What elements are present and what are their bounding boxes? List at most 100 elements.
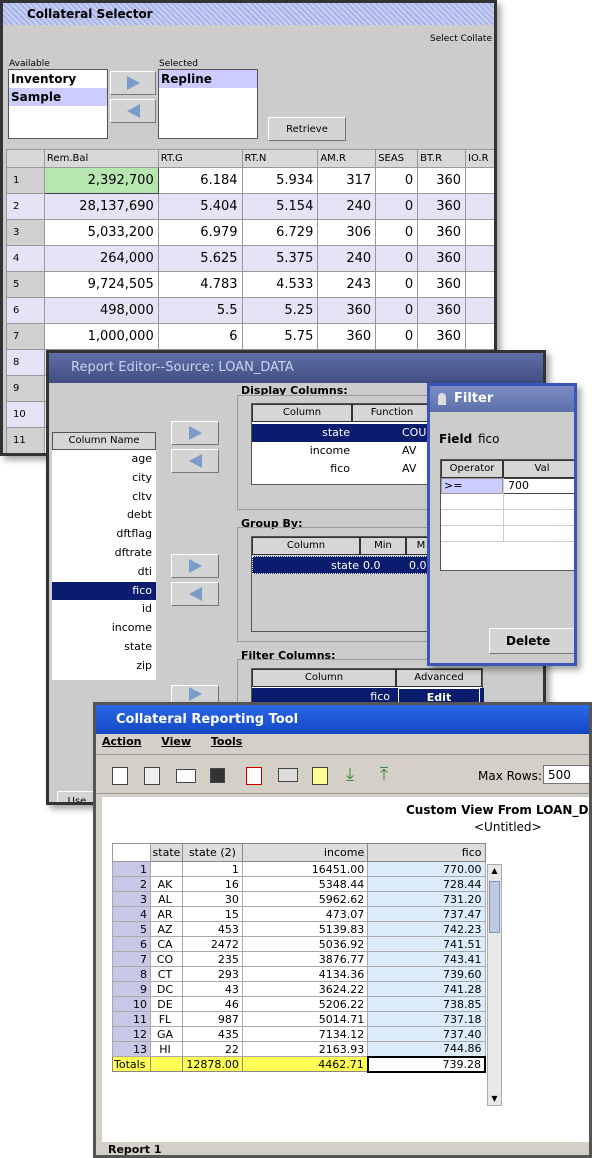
column-header[interactable]: RT.N [241, 149, 319, 168]
count-cell[interactable]: 435 [181, 1026, 243, 1042]
table-row[interactable]: 7 1,000,000 6 5.75 360 0 360 [6, 323, 494, 350]
table-row[interactable]: 5 AZ 453 5139.83 742.23 [112, 921, 486, 937]
count-cell[interactable]: 293 [181, 966, 243, 982]
grid-cell[interactable]: 0 [375, 297, 419, 324]
table-row[interactable]: 59,724,5054.7834.53324303601 [6, 271, 494, 298]
operator-cell[interactable]: >= [441, 478, 503, 494]
column-list-item[interactable]: age [52, 450, 156, 469]
table-row[interactable]: 13 HI 22 2163.93 744.86 [112, 1041, 486, 1057]
remove-group-button[interactable] [171, 582, 219, 606]
add-group-button[interactable] [171, 554, 219, 578]
menu-view[interactable]: View [161, 735, 191, 748]
scroll-up-icon[interactable]: ▲ [488, 865, 501, 877]
menu-tools[interactable]: Tools [211, 735, 242, 748]
grid-cell[interactable]: 0 [375, 245, 419, 272]
table-row[interactable]: 3 AL 30 5962.62 731.20 [112, 891, 486, 907]
grid-cell[interactable]: 5.154 [241, 193, 319, 220]
grid-cell[interactable]: 28,137,690 [43, 193, 159, 220]
state-cell[interactable]: CT [149, 966, 183, 982]
grid-cell[interactable]: 4.533 [241, 271, 319, 298]
table-row[interactable]: 1 1 16451.00 770.00 [112, 861, 486, 877]
use-button[interactable]: Use [57, 791, 97, 802]
column-header[interactable]: fico [367, 843, 486, 862]
grid-cell[interactable]: 1 [465, 193, 494, 220]
column-list-item[interactable]: dti [52, 563, 156, 582]
fico-cell[interactable]: 739.60 [367, 966, 486, 982]
income-cell[interactable]: 5962.62 [241, 891, 369, 907]
grid-cell[interactable]: 243 [317, 271, 377, 298]
report-tab[interactable]: Report 1 [108, 1143, 162, 1155]
column-list-item[interactable]: cltv [52, 488, 156, 507]
grid-cell[interactable]: 0 [375, 167, 419, 194]
income-cell[interactable]: 5036.92 [241, 936, 369, 952]
column-header[interactable]: state (2) [181, 843, 243, 862]
grid-cell[interactable]: 360 [417, 167, 467, 194]
grid-cell[interactable]: 9,724,505 [43, 271, 159, 298]
column-list-item[interactable]: dftrate [52, 544, 156, 563]
state-cell[interactable]: AZ [149, 921, 183, 937]
state-cell[interactable]: DE [149, 996, 183, 1012]
income-cell[interactable]: 16451.00 [241, 861, 369, 877]
income-cell[interactable]: 3876.77 [241, 951, 369, 967]
open-icon[interactable] [144, 767, 160, 785]
column-list-item[interactable]: debt [52, 506, 156, 525]
add-filter-button[interactable] [171, 685, 219, 703]
new-document-icon[interactable] [112, 767, 128, 785]
grid-cell[interactable]: 306 [317, 219, 377, 246]
export-icon[interactable]: ⤒ [380, 766, 396, 784]
menu-action[interactable]: Action [102, 735, 141, 748]
count-cell[interactable]: 1 [181, 861, 243, 877]
table-row[interactable]: 8 CT 293 4134.36 739.60 [112, 966, 486, 982]
column-header[interactable]: income [241, 843, 369, 862]
grid-cell[interactable]: 5.25 [241, 297, 319, 324]
grid-cell[interactable]: 1 [465, 245, 494, 272]
scroll-thumb[interactable] [489, 881, 500, 933]
column-header[interactable]: BT.R [417, 149, 467, 168]
table-row[interactable]: 4264,0005.6255.37524003601 [6, 245, 494, 272]
edit-icon[interactable] [312, 767, 328, 785]
grid-cell[interactable]: 360 [417, 193, 467, 220]
income-cell[interactable]: 3624.22 [241, 981, 369, 997]
fico-cell[interactable]: 743.41 [367, 951, 486, 967]
grid-cell[interactable]: 6.979 [157, 219, 243, 246]
retrieve-button[interactable]: Retrieve [268, 117, 346, 141]
fico-cell[interactable]: 742.23 [367, 921, 486, 937]
state-cell[interactable] [149, 861, 183, 877]
max-rows-input[interactable]: 500 [543, 765, 589, 784]
fico-cell[interactable]: 744.86 [367, 1041, 486, 1057]
column-header[interactable]: state [149, 843, 183, 862]
print-icon[interactable] [278, 768, 298, 782]
state-cell[interactable]: AK [149, 876, 183, 892]
grid-cell[interactable]: 498,000 [43, 297, 159, 324]
grid-cell[interactable]: 6.729 [241, 219, 319, 246]
income-cell[interactable]: 7134.12 [241, 1026, 369, 1042]
table-row[interactable]: 7 CO 235 3876.77 743.41 [112, 951, 486, 967]
count-cell[interactable]: 453 [181, 921, 243, 937]
state-cell[interactable]: DC [149, 981, 183, 997]
grid-cell[interactable]: 5.404 [157, 193, 243, 220]
income-cell[interactable]: 5206.22 [241, 996, 369, 1012]
column-header[interactable]: SEAS [375, 149, 419, 168]
count-cell[interactable]: 2472 [181, 936, 243, 952]
grid-cell[interactable]: 5.625 [157, 245, 243, 272]
column-header[interactable]: Rem.Bal [43, 149, 159, 168]
grid-cell[interactable]: 360 [417, 297, 467, 324]
state-cell[interactable]: FL [149, 1011, 183, 1027]
grid-cell[interactable]: 6 [157, 323, 243, 350]
table-row[interactable]: 3 5,033,200 6.979 6.729 306 0 360 [6, 219, 494, 246]
grid-cell[interactable]: 0 [375, 193, 419, 220]
grid-cell[interactable]: 317 [317, 167, 377, 194]
column-list-item[interactable]: income [52, 619, 156, 638]
grid-cell[interactable]: 360 [317, 323, 377, 350]
income-cell[interactable]: 5014.71 [241, 1011, 369, 1027]
table-row[interactable]: 12 GA 435 7134.12 737.40 [112, 1026, 486, 1042]
scroll-down-icon[interactable]: ▼ [488, 1093, 501, 1105]
grid-cell[interactable] [465, 297, 494, 324]
grid-cell[interactable]: 240 [317, 193, 377, 220]
grid-cell[interactable]: 0 [375, 323, 419, 350]
grid-cell[interactable]: 360 [417, 245, 467, 272]
fico-cell[interactable]: 737.47 [367, 906, 486, 922]
table-row[interactable]: 10 DE 46 5206.22 738.85 [112, 996, 486, 1012]
grid-cell[interactable] [465, 219, 494, 246]
income-cell[interactable]: 5139.83 [241, 921, 369, 937]
